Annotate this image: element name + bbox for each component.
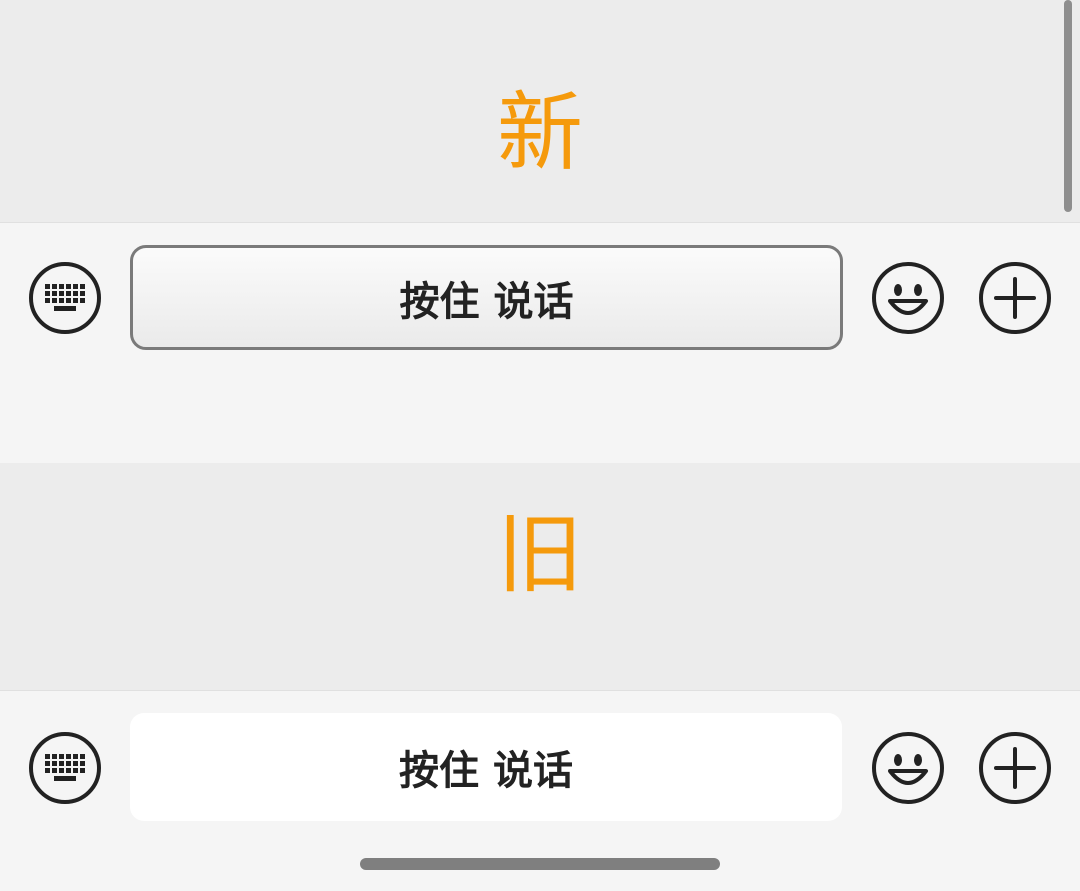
emoji-icon <box>871 261 945 335</box>
plus-icon <box>978 261 1052 335</box>
hold-to-talk-button-new[interactable]: 按住 说话 <box>130 245 843 350</box>
keyboard-toggle-button-old[interactable] <box>28 731 102 805</box>
more-button-old[interactable] <box>978 731 1052 805</box>
keyboard-icon <box>28 731 102 805</box>
hold-to-talk-button-old[interactable]: 按住 说话 <box>130 713 842 821</box>
screen: 新 按住 说话 旧 按住 说话 <box>0 0 1080 891</box>
section-label-new: 新 <box>497 83 583 183</box>
scrollbar[interactable] <box>1064 0 1072 212</box>
keyboard-toggle-button-new[interactable] <box>28 261 102 335</box>
more-button-new[interactable] <box>978 261 1052 335</box>
emoji-icon <box>871 731 945 805</box>
keyboard-icon <box>28 261 102 335</box>
section-label-old: 旧 <box>497 505 583 605</box>
chat-area-new: 新 <box>0 0 1080 222</box>
plus-icon <box>978 731 1052 805</box>
emoji-button-new[interactable] <box>871 261 945 335</box>
home-indicator[interactable] <box>360 858 720 870</box>
emoji-button-old[interactable] <box>871 731 945 805</box>
